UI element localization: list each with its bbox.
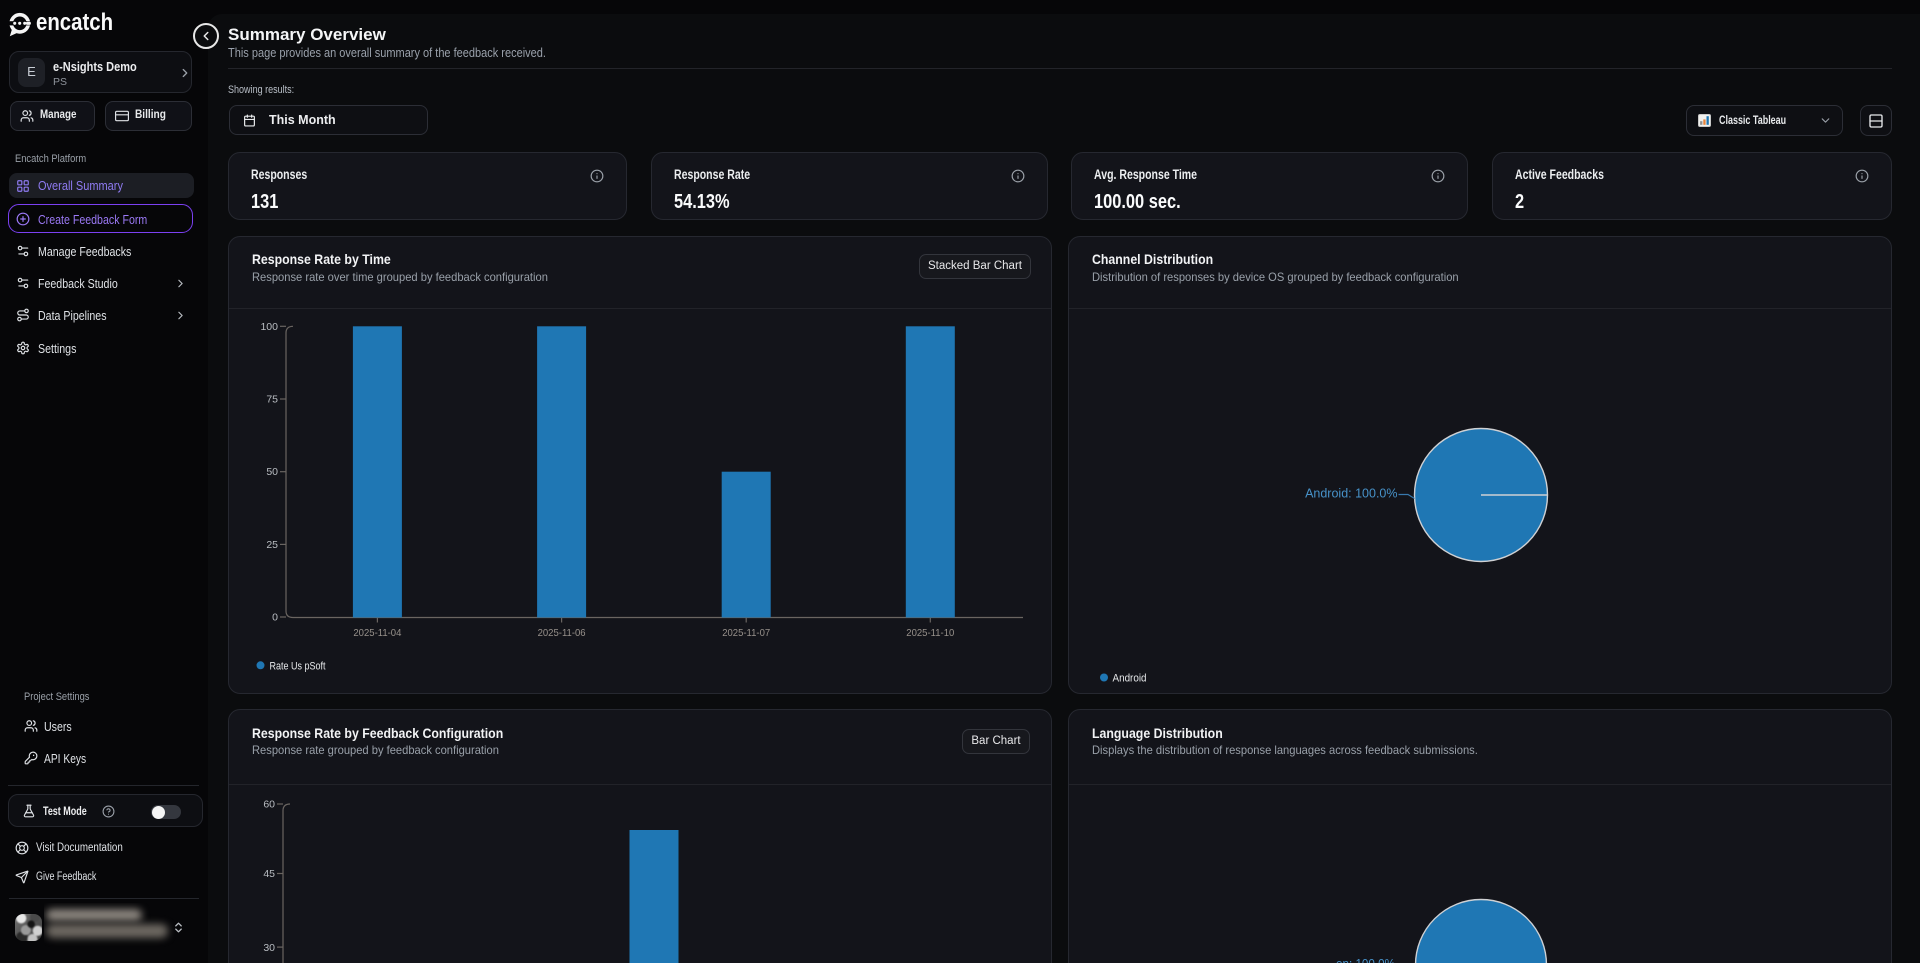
svg-text:100: 100	[260, 321, 278, 333]
svg-text:30: 30	[263, 942, 275, 954]
svg-text:45: 45	[263, 868, 275, 880]
svg-text:25: 25	[266, 539, 278, 551]
svg-text:Android: Android	[1113, 673, 1147, 685]
svg-text:0: 0	[272, 612, 278, 624]
svg-text:60: 60	[263, 799, 275, 811]
svg-text:en: 100.0%: en: 100.0%	[1336, 957, 1395, 963]
svg-text:75: 75	[266, 394, 278, 406]
svg-text:Android: 100.0%: Android: 100.0%	[1305, 487, 1397, 501]
svg-text:2025-11-07: 2025-11-07	[722, 627, 770, 639]
svg-text:50: 50	[266, 466, 278, 478]
svg-text:2025-11-06: 2025-11-06	[538, 627, 586, 639]
svg-text:2025-11-10: 2025-11-10	[906, 627, 954, 639]
svg-text:Rate Us pSoft: Rate Us pSoft	[270, 661, 326, 673]
svg-text:2025-11-04: 2025-11-04	[353, 627, 401, 639]
